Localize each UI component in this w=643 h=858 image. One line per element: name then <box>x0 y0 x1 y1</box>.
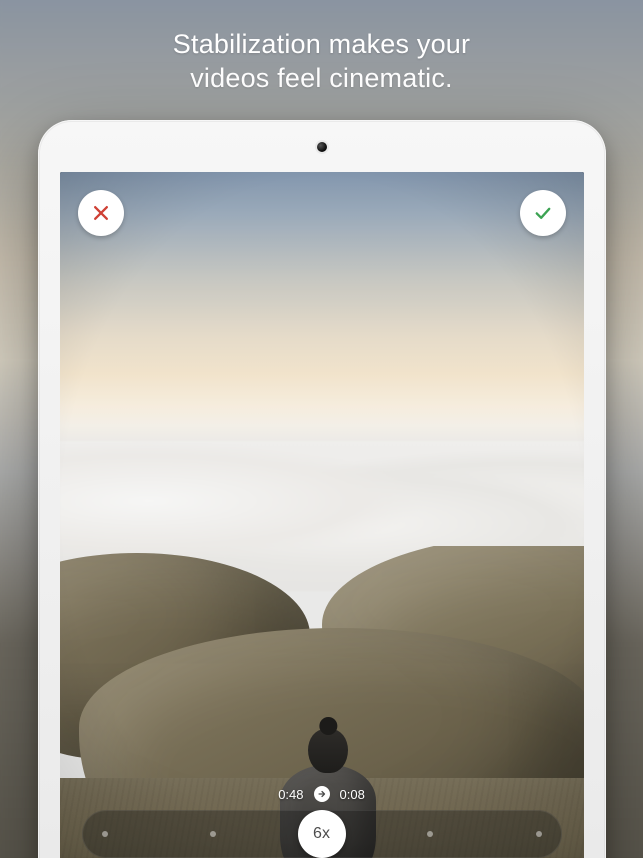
device-camera <box>317 142 327 152</box>
headline-line-2: videos feel cinematic. <box>0 62 643 96</box>
duration-to: 0:08 <box>340 787 365 802</box>
cancel-button[interactable] <box>78 190 124 236</box>
speed-knob[interactable]: 6x <box>298 810 346 858</box>
video-preview-scene <box>60 172 584 858</box>
arrow-right-icon <box>314 786 330 802</box>
duration-conversion: 0:48 0:08 <box>60 786 584 802</box>
device-screen: 0:48 0:08 6x <box>60 172 584 858</box>
speed-tick <box>102 831 108 837</box>
headline: Stabilization makes your videos feel cin… <box>0 28 643 96</box>
headline-line-1: Stabilization makes your <box>0 28 643 62</box>
check-icon <box>533 203 553 223</box>
speed-tick <box>427 831 433 837</box>
x-icon <box>91 203 111 223</box>
speed-label: 6x <box>313 825 330 843</box>
promo-background: Stabilization makes your videos feel cin… <box>0 0 643 858</box>
duration-from: 0:48 <box>278 787 303 802</box>
tablet-device: 0:48 0:08 6x <box>38 120 606 858</box>
confirm-button[interactable] <box>520 190 566 236</box>
speed-slider[interactable]: 6x <box>82 810 562 858</box>
speed-tick <box>536 831 542 837</box>
speed-tick <box>210 831 216 837</box>
